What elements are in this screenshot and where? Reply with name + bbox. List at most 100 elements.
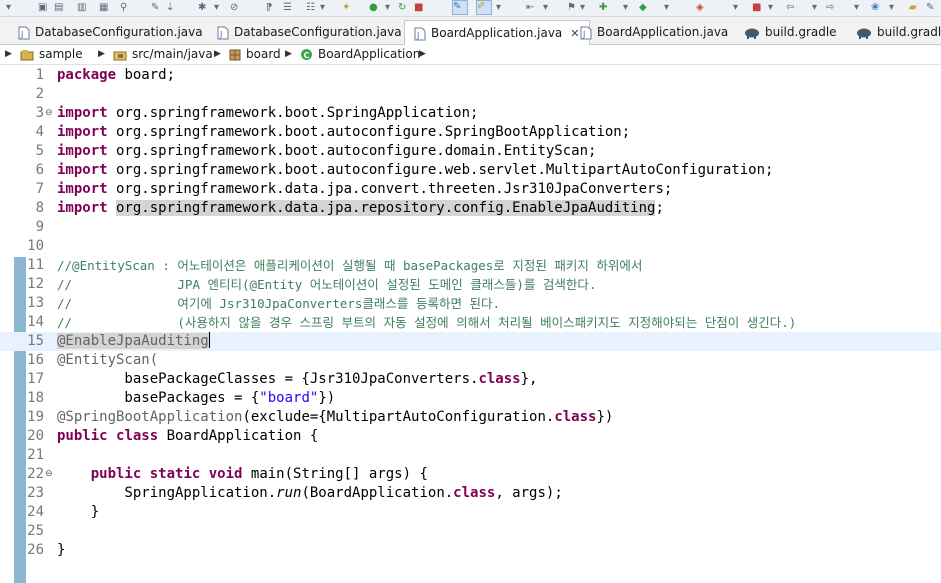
plugin-icon[interactable]: ✚ (599, 2, 607, 13)
code-line-19: 19 @SpringBootApplication(exclude={Multip… (27, 409, 614, 425)
chevron-down-icon[interactable]: ▾ (768, 2, 773, 13)
svg-text:J: J (582, 30, 585, 39)
tab-build-gradle-2[interactable]: build.gradle (856, 20, 941, 44)
code-line-14: 14// (사용하지 않을 경우 스프링 부트의 자동 설정에 의해서 처리될 … (27, 314, 797, 330)
forward-icon[interactable]: ⇨ (826, 2, 834, 13)
run-icon[interactable]: ● (369, 2, 378, 13)
code-line-16: 16 @EntityScan( (27, 352, 159, 368)
code-line-21: 21 (27, 447, 44, 463)
chevron-right-icon[interactable]: ▶ (419, 45, 426, 64)
chevron-right-icon[interactable]: ▶ (285, 45, 292, 64)
toggle-mark-icon[interactable]: ✎ (151, 2, 159, 13)
code-line-20: 20 public class BoardApplication { (27, 428, 319, 444)
edit-icon[interactable]: ✎ (926, 2, 934, 13)
code-line-23: 23 SpringApplication.run(BoardApplicatio… (27, 485, 563, 501)
chevron-right-icon[interactable]: ▶ (5, 45, 12, 64)
close-icon[interactable]: ✕ (570, 22, 579, 46)
print-icon[interactable]: ▥ (77, 2, 86, 13)
chevron-right-icon[interactable]: ▶ (214, 45, 221, 64)
code-line-4: 4 import org.springframework.boot.autocon… (35, 124, 631, 140)
run-config-icon[interactable]: ◆ (639, 2, 647, 13)
code-line-25: 25 (27, 523, 44, 539)
format-icon[interactable]: ⁋ (266, 2, 272, 13)
code-editor[interactable]: 1 package board; 2 3 ⊖ import org.springfra… (0, 65, 941, 583)
code-line-6: 6 import org.springframework.boot.autocon… (35, 162, 774, 178)
fold-toggle-icon[interactable]: ⊖ (45, 465, 53, 484)
refresh-icon[interactable]: ↻ (398, 2, 406, 13)
tab-build-gradle-1[interactable]: build.gradle (744, 20, 837, 44)
code-line-1: 1 package board; (35, 67, 176, 83)
tab-board-application[interactable]: J BoardApplication.java (580, 20, 728, 44)
code-line-13: 13// 여기에 Jsr310JpaConverters클래스를 등록하면 된다… (27, 295, 501, 311)
chevron-right-icon[interactable]: ▶ (98, 45, 105, 64)
stop-server-icon[interactable]: ■ (752, 2, 761, 13)
tab-database-configuration-2[interactable]: J DatabaseConfiguration.java (217, 20, 402, 44)
code-line-22: 22 ⊖ public static void main(String[] arg… (27, 465, 428, 484)
package-icon (229, 49, 241, 60)
svg-text:J: J (416, 31, 419, 40)
tab-database-configuration-1[interactable]: J DatabaseConfiguration.java (18, 20, 203, 44)
chevron-down-icon[interactable]: ▾ (812, 2, 817, 13)
breadcrumb-class[interactable]: C BoardApplication (300, 45, 420, 64)
code-line-12: 12// JPA 엔티티(@Entity 어노테이션이 설정된 도메인 클래스들… (27, 276, 597, 292)
pin-icon[interactable]: ⚑ (567, 2, 576, 13)
breadcrumb-source-folder[interactable]: src/main/java (113, 45, 213, 64)
chevron-down-icon[interactable]: ▾ (385, 2, 390, 13)
chevron-down-icon[interactable]: ▾ (320, 2, 325, 13)
gradle-elephant-icon (857, 28, 871, 39)
code-line-24: 24 } (27, 504, 100, 520)
chevron-down-icon[interactable]: ▾ (543, 2, 548, 13)
tab-board-application-active[interactable]: J BoardApplication.java ✕ (404, 20, 590, 46)
tab-label: build.gradle (765, 25, 837, 39)
breadcrumb: ▶ sample ▶ src/main/java ▶ board ▶ C Boar… (0, 45, 941, 65)
chevron-down-icon[interactable]: ▾ (496, 2, 501, 13)
save-icon[interactable]: ▣ (38, 2, 47, 13)
align-icon[interactable]: ☰ (283, 2, 292, 13)
tasks-icon[interactable]: ☷ (306, 2, 315, 13)
text-caret (208, 332, 210, 348)
main-toolbar: ▾ ▣ ▤ ▥ ▦ ⚲ ✎ ⇣ ✱ ▾ ⊘ ⁋ ☰ ☷ ▾ ✦ ● ▾ ↻ ■ … (0, 0, 941, 17)
last-edit-icon[interactable]: ⇤ (526, 2, 534, 13)
code-line-7: 7 import org.springframework.data.jpa.con… (35, 181, 673, 197)
code-line-2: 2 (35, 86, 44, 102)
annotation-next-icon[interactable]: ⇣ (166, 2, 174, 13)
skip-breakpoints-icon[interactable]: ⊘ (230, 2, 238, 13)
debug-icon[interactable]: ✱ (198, 2, 206, 13)
java-file-icon: J (18, 26, 30, 39)
chevron-down-icon[interactable]: ▾ (623, 2, 628, 13)
chevron-down-icon[interactable]: ▾ (580, 2, 585, 13)
external-tools-icon[interactable]: ◈ (696, 2, 704, 13)
new-icon[interactable]: ▾ (6, 2, 11, 13)
svg-text:C: C (304, 51, 310, 60)
breadcrumb-package[interactable]: board (229, 45, 281, 64)
chevron-down-icon[interactable]: ▾ (889, 2, 894, 13)
code-line-15-current: 15 @EnableJpaAuditing (0, 332, 941, 351)
tab-label: BoardApplication.java (431, 26, 563, 40)
back-icon[interactable]: ⇦ (786, 2, 794, 13)
spring-icon[interactable]: ❀ (871, 2, 879, 13)
search-icon[interactable]: ⚲ (120, 2, 127, 13)
chevron-down-icon[interactable]: ▾ (733, 2, 738, 13)
wand-icon[interactable]: ✦ (342, 2, 350, 13)
class-icon: C (301, 49, 312, 60)
mark-occurrences-icon[interactable]: ✎ (452, 0, 468, 15)
stop-icon[interactable]: ■ (414, 2, 423, 13)
breadcrumb-project[interactable]: sample (20, 45, 83, 64)
project-icon (20, 49, 34, 60)
occurrence-highlight: org.springframework.data.jpa.repository.… (116, 200, 656, 216)
code-line-17: 17 basePackageClasses = {Jsr310JpaConver… (27, 371, 538, 387)
code-line-8: 8 import org.springframework.data.jpa.rep… (35, 200, 664, 216)
code-line-11: 11//@EntityScan : 어노테이션은 애플리케이션이 실행될 때 b… (27, 257, 643, 273)
fold-toggle-icon[interactable]: ⊖ (45, 104, 53, 123)
tab-label: BoardApplication.java (597, 25, 729, 39)
save-all-icon[interactable]: ▤ (54, 2, 63, 13)
chevron-down-icon[interactable]: ▾ (854, 2, 859, 13)
editor-tab-bar: J DatabaseConfiguration.java J DatabaseCon… (0, 17, 941, 46)
code-line-10: 10 (27, 238, 44, 254)
open-folder-icon[interactable]: ▰ (909, 2, 917, 13)
chevron-down-icon[interactable]: ▾ (664, 2, 669, 13)
chevron-down-icon[interactable]: ▾ (214, 2, 219, 13)
source-folder-icon (113, 51, 127, 60)
open-type-icon[interactable]: ▦ (99, 2, 108, 13)
highlight-icon[interactable]: ✐ (476, 0, 492, 15)
